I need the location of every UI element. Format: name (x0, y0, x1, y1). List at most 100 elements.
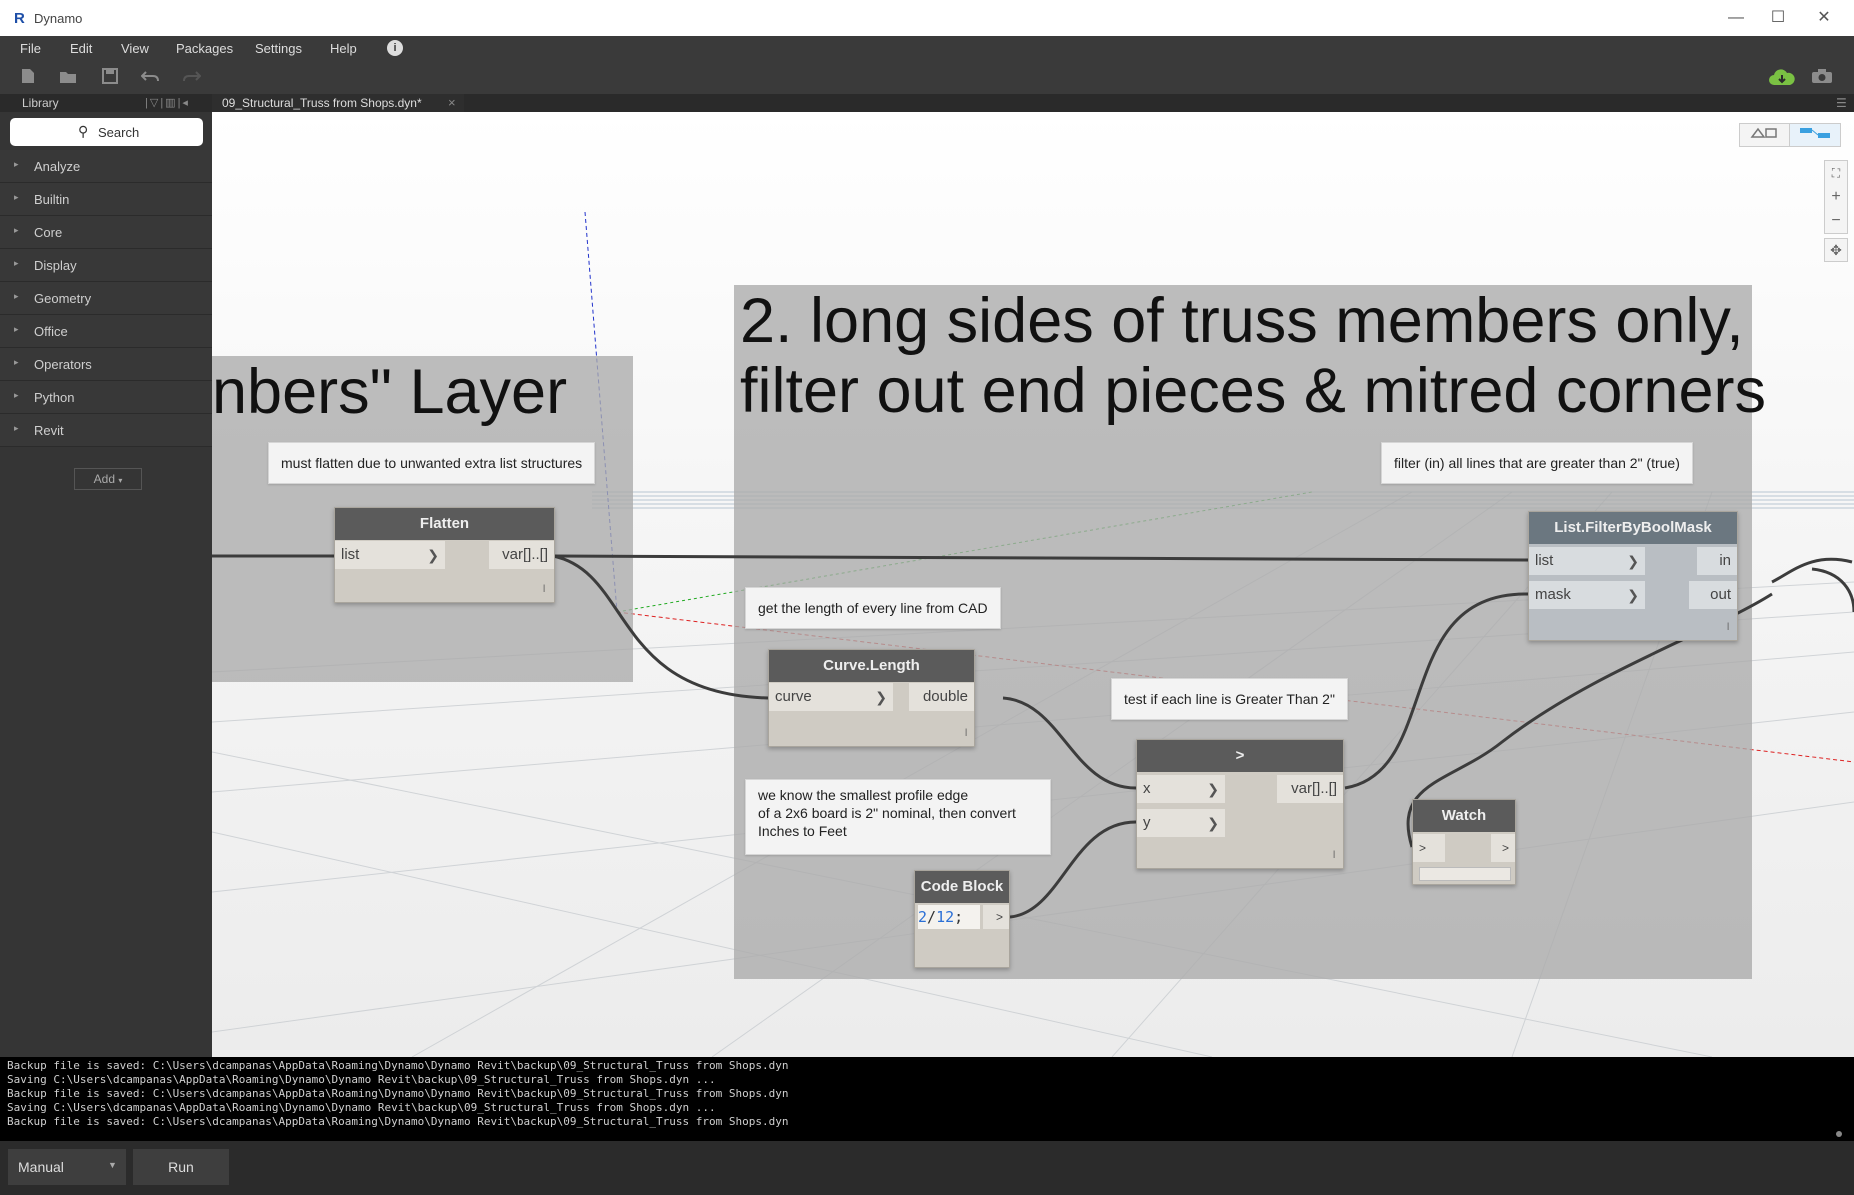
console-line: Backup file is saved: C:\Users\dcampanas… (7, 1059, 789, 1072)
node-filter-by-bool-mask[interactable]: List.FilterByBoolMask list ❯ mask ❯ in out… (1528, 511, 1738, 641)
category-label: Office (34, 324, 68, 339)
close-window-button[interactable]: ✕ (1804, 6, 1844, 30)
note-profile[interactable]: we know the smallest profile edge of a 2… (745, 779, 1051, 855)
search-icon: ⚲ (78, 123, 89, 139)
node-greater-than[interactable]: > x ❯ y ❯ var[]..[] l (1136, 739, 1344, 869)
node-code-block[interactable]: Code Block 2/12; > (914, 870, 1010, 968)
open-file-icon[interactable] (58, 68, 78, 88)
chevron-right-icon: ❯ (1207, 781, 1219, 797)
menu-file[interactable]: File (20, 41, 41, 56)
output-port-var[interactable]: var[]..[] (489, 541, 554, 569)
input-port-list[interactable]: list ❯ (335, 541, 445, 569)
code-number: 2 (918, 908, 928, 926)
console-line: Saving C:\Users\dcampanas\AppData\Roamin… (7, 1101, 716, 1114)
port-label: x (1143, 780, 1151, 797)
code-number: 12 (936, 908, 955, 926)
tab-close-icon[interactable]: × (448, 95, 456, 110)
input-port[interactable]: > (1413, 834, 1445, 862)
port-label: mask (1535, 586, 1571, 603)
zoom-out-icon[interactable]: − (1825, 209, 1847, 233)
zoom-in-icon[interactable]: + (1825, 185, 1847, 209)
input-port-list[interactable]: list ❯ (1529, 547, 1645, 575)
minimize-button[interactable]: — (1716, 6, 1756, 30)
tab-menu-icon[interactable]: ☰ (1836, 96, 1847, 110)
cloud-upload-icon[interactable] (1767, 68, 1797, 88)
run-button[interactable]: Run (133, 1149, 229, 1185)
output-port[interactable]: > (1491, 834, 1515, 862)
input-port-curve[interactable]: curve ❯ (769, 683, 893, 711)
node-flatten[interactable]: Flatten list ❯ var[]..[] l (334, 507, 555, 603)
menu-settings[interactable]: Settings (255, 41, 302, 56)
library-panel: Library |▽|▥|◂ ⚲ Search ▸ Analyze ▸ Buil… (0, 94, 212, 1057)
expand-arrow-icon: ▸ (14, 324, 19, 334)
library-category-office[interactable]: ▸ Office (0, 315, 212, 348)
workspace-tab[interactable]: 09_Structural_Truss from Shops.dyn* × (212, 94, 464, 112)
info-icon[interactable]: i (387, 40, 403, 56)
menu-help[interactable]: Help (330, 41, 357, 56)
geometry-view-toggle-icon[interactable] (1739, 123, 1791, 147)
note-greater[interactable]: test if each line is Greater Than 2" (1111, 678, 1348, 720)
category-label: Builtin (34, 192, 70, 207)
maximize-button[interactable]: ☐ (1758, 6, 1798, 30)
node-curve-length[interactable]: Curve.Length curve ❯ double l (768, 649, 975, 747)
lacing-indicator[interactable]: l (543, 584, 545, 595)
console-panel: Backup file is saved: C:\Users\dcampanas… (0, 1057, 1854, 1141)
output-port-out[interactable]: out (1689, 581, 1737, 609)
node-title: Code Block (915, 871, 1009, 903)
save-icon[interactable] (100, 68, 120, 88)
console-line: Backup file is saved: C:\Users\dcampanas… (7, 1087, 789, 1100)
expand-arrow-icon: ▸ (14, 390, 19, 400)
library-category-operators[interactable]: ▸ Operators (0, 348, 212, 381)
output-port[interactable]: > (983, 905, 1009, 929)
lacing-indicator[interactable]: l (1333, 850, 1335, 861)
note-filter[interactable]: filter (in) all lines that are greater t… (1381, 442, 1693, 484)
library-category-analyze[interactable]: ▸ Analyze (0, 150, 212, 183)
menu-view[interactable]: View (121, 41, 149, 56)
note-flatten[interactable]: must flatten due to unwanted extra list … (268, 442, 596, 484)
library-category-display[interactable]: ▸ Display (0, 249, 212, 282)
output-port-var[interactable]: var[]..[] (1277, 775, 1343, 803)
graph-view-toggle-icon[interactable] (1789, 123, 1841, 147)
node-title: Curve.Length (769, 650, 974, 682)
caret-down-icon: ▾ (118, 476, 123, 485)
toolbar (0, 62, 1854, 95)
input-port-y[interactable]: y ❯ (1137, 809, 1225, 837)
library-search-input[interactable]: ⚲ Search (10, 118, 203, 146)
input-port-x[interactable]: x ❯ (1137, 775, 1225, 803)
menu-packages[interactable]: Packages (176, 41, 233, 56)
note-length[interactable]: get the length of every line from CAD (745, 587, 1001, 629)
add-button[interactable]: Add ▾ (74, 468, 142, 490)
library-category-revit[interactable]: ▸ Revit (0, 414, 212, 447)
library-category-core[interactable]: ▸ Core (0, 216, 212, 249)
input-port-mask[interactable]: mask ❯ (1529, 581, 1645, 609)
code-editor[interactable]: 2/12; (918, 905, 980, 929)
console-scrollbar[interactable] (1836, 1131, 1842, 1137)
redo-icon[interactable] (182, 68, 202, 88)
lacing-indicator[interactable]: l (1727, 622, 1729, 633)
camera-icon[interactable] (1810, 68, 1834, 88)
category-label: Revit (34, 423, 64, 438)
run-mode-select[interactable]: Manual ▼ (8, 1149, 126, 1185)
pan-icon[interactable]: ✥ (1824, 238, 1848, 262)
note-line: we know the smallest profile edge (758, 787, 969, 803)
menu-edit[interactable]: Edit (70, 41, 92, 56)
chevron-right-icon: ❯ (1627, 553, 1639, 569)
library-category-geometry[interactable]: ▸ Geometry (0, 282, 212, 315)
category-label: Python (34, 390, 75, 405)
zoom-fit-icon[interactable]: ⛶ (1825, 161, 1847, 185)
category-label: Display (34, 258, 77, 273)
lacing-indicator[interactable]: l (965, 728, 967, 739)
undo-icon[interactable] (140, 68, 160, 88)
new-file-icon[interactable] (18, 68, 38, 88)
node-watch[interactable]: Watch > > (1412, 799, 1516, 885)
note-line: Inches to Feet (758, 823, 847, 839)
output-port-double[interactable]: double (909, 683, 974, 711)
library-filter-icon[interactable]: |▽|▥|◂ (145, 96, 190, 109)
library-category-builtin[interactable]: ▸ Builtin (0, 183, 212, 216)
category-label: Analyze (34, 159, 81, 174)
node-title: List.FilterByBoolMask (1529, 512, 1737, 544)
library-category-python[interactable]: ▸ Python (0, 381, 212, 414)
output-port-in[interactable]: in (1697, 547, 1737, 575)
category-label: Geometry (34, 291, 92, 306)
graph-canvas[interactable]: nbers" Layer 2. long sides of truss memb… (212, 112, 1854, 1057)
